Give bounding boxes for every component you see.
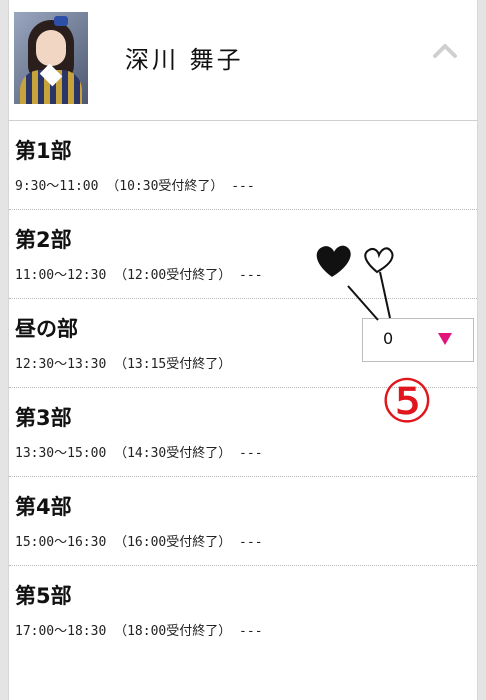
session-part: 第5部 [15, 584, 72, 608]
session-time: 17:00～18:30 （18:00受付終了） --- [15, 624, 263, 639]
session-row: 第4部 15:00～16:30 （16:00受付終了） --- [9, 477, 477, 566]
session-time: 11:00～12:30 （12:00受付終了） --- [15, 268, 263, 283]
member-name: 深川 舞子 [125, 46, 244, 74]
session-part: 第3部 [15, 406, 72, 430]
quantity-select[interactable]: 0 [362, 318, 474, 362]
session-row: 第1部 9:30～11:00 （10:30受付終了） --- [9, 121, 477, 210]
card-footer-space [9, 654, 477, 700]
session-part: 第4部 [15, 495, 72, 519]
chevron-up-icon[interactable] [429, 36, 461, 64]
member-header[interactable]: 深川 舞子 [9, 0, 477, 121]
session-part: 第2部 [15, 228, 72, 252]
session-row: 第2部 11:00～12:30 （12:00受付終了） --- [9, 210, 477, 299]
session-part: 第1部 [15, 139, 72, 163]
session-time: 12:30～13:30 （13:15受付終了） [15, 357, 232, 372]
avatar [14, 12, 88, 104]
session-time: 9:30～11:00 （10:30受付終了） --- [15, 179, 255, 194]
session-part: 昼の部 [15, 317, 78, 341]
session-time: 13:30～15:00 （14:30受付終了） --- [15, 446, 263, 461]
dropdown-arrow-icon[interactable] [437, 331, 453, 347]
quantity-value: 0 [383, 329, 394, 348]
session-time: 15:00～16:30 （16:00受付終了） --- [15, 535, 263, 550]
annotation-number: ⑤ [380, 367, 434, 437]
session-row: 第5部 17:00～18:30 （18:00受付終了） --- [9, 566, 477, 655]
